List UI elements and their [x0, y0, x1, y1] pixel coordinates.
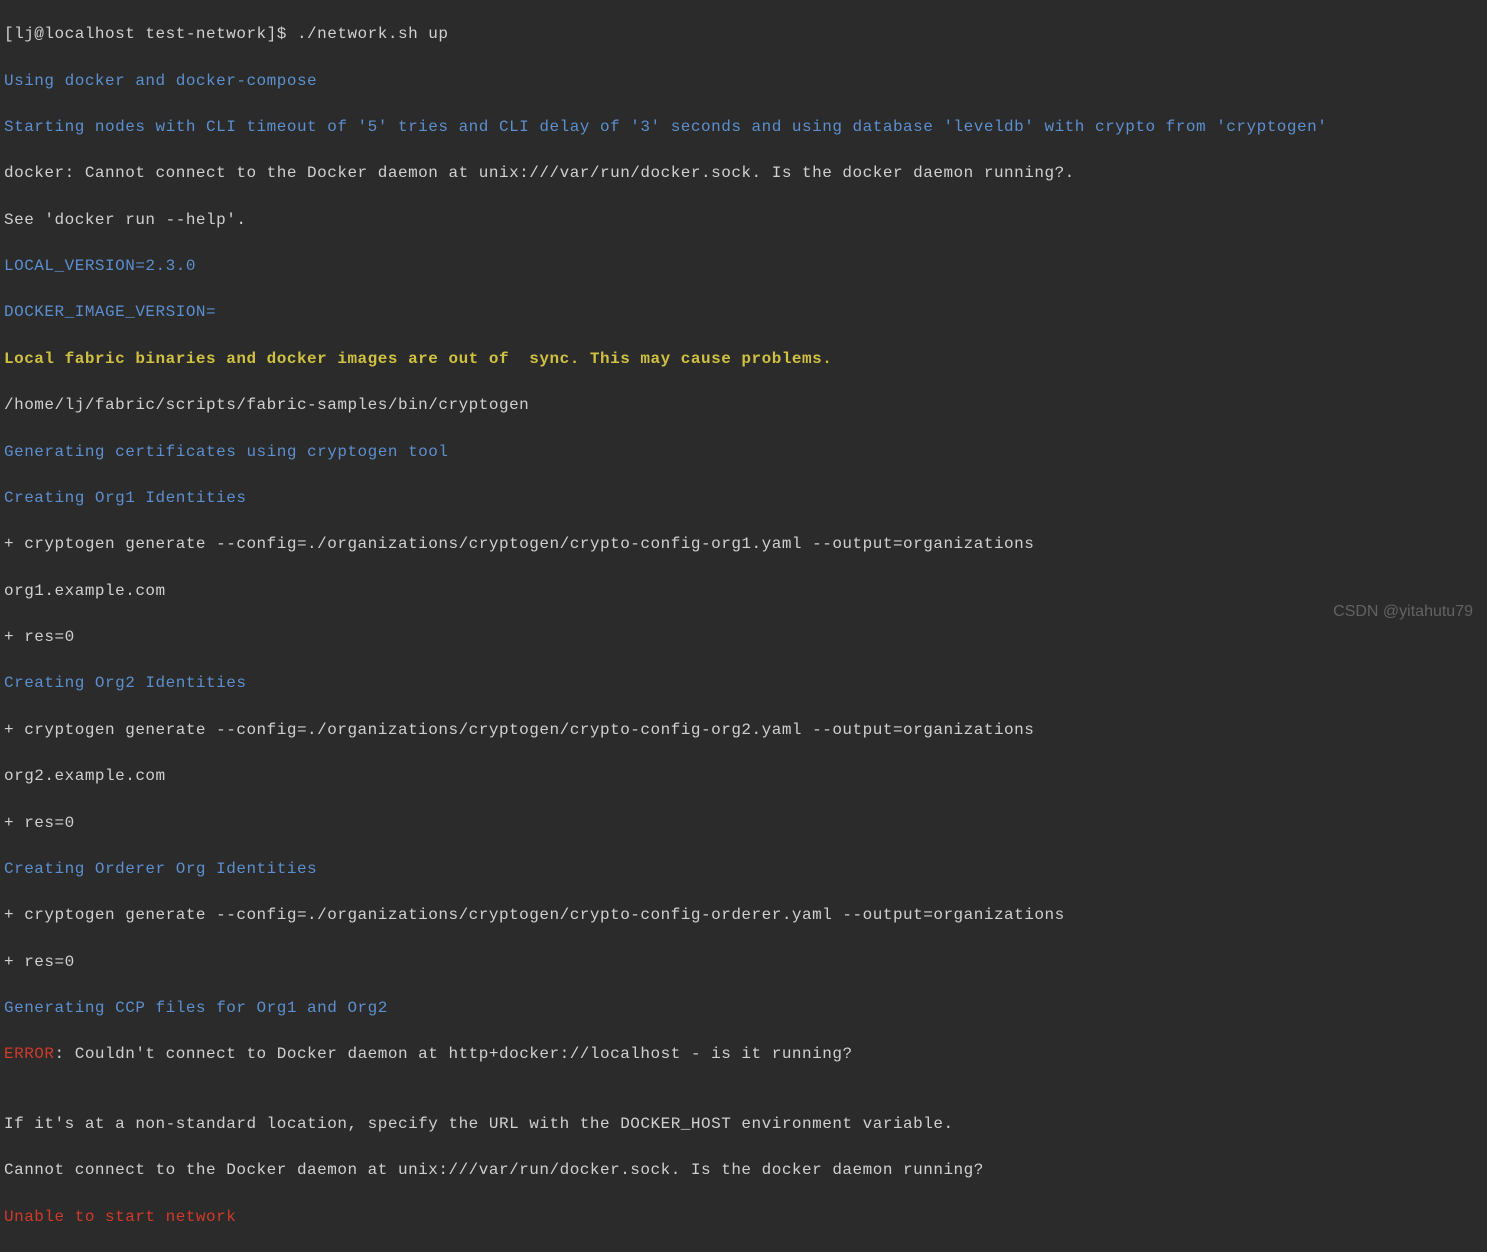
terminal-line: + cryptogen generate --config=./organiza… — [4, 533, 1483, 556]
terminal-error-line: Unable to start network — [4, 1206, 1483, 1229]
terminal-line: Creating Org2 Identities — [4, 672, 1483, 695]
terminal-line: Starting nodes with CLI timeout of '5' t… — [4, 116, 1483, 139]
terminal-output: [lj@localhost test-network]$ ./network.s… — [0, 0, 1487, 1252]
terminal-line: + res=0 — [4, 812, 1483, 835]
terminal-line: If it's at a non-standard location, spec… — [4, 1113, 1483, 1136]
terminal-error-line: ERROR: Couldn't connect to Docker daemon… — [4, 1043, 1483, 1066]
terminal-line: LOCAL_VERSION=2.3.0 — [4, 255, 1483, 278]
terminal-line: Using docker and docker-compose — [4, 70, 1483, 93]
terminal-line: Cannot connect to the Docker daemon at u… — [4, 1159, 1483, 1182]
terminal-line: org2.example.com — [4, 765, 1483, 788]
watermark-text: CSDN @yitahutu79 — [1333, 600, 1473, 623]
terminal-line: See 'docker run --help'. — [4, 209, 1483, 232]
terminal-line: DOCKER_IMAGE_VERSION= — [4, 301, 1483, 324]
terminal-line: Generating CCP files for Org1 and Org2 — [4, 997, 1483, 1020]
error-label: ERROR — [4, 1045, 55, 1063]
terminal-warning-line: Local fabric binaries and docker images … — [4, 348, 1483, 371]
terminal-line: + res=0 — [4, 626, 1483, 649]
terminal-line: Creating Orderer Org Identities — [4, 858, 1483, 881]
terminal-line: + cryptogen generate --config=./organiza… — [4, 904, 1483, 927]
error-text: : Couldn't connect to Docker daemon at h… — [55, 1045, 853, 1063]
terminal-line: org1.example.com — [4, 580, 1483, 603]
terminal-line: Generating certificates using cryptogen … — [4, 441, 1483, 464]
prompt-line[interactable]: [lj@localhost test-network]$ ./network.s… — [4, 23, 1483, 46]
terminal-line: docker: Cannot connect to the Docker dae… — [4, 162, 1483, 185]
terminal-line: + cryptogen generate --config=./organiza… — [4, 719, 1483, 742]
terminal-line: + res=0 — [4, 951, 1483, 974]
terminal-line: Creating Org1 Identities — [4, 487, 1483, 510]
terminal-line: /home/lj/fabric/scripts/fabric-samples/b… — [4, 394, 1483, 417]
